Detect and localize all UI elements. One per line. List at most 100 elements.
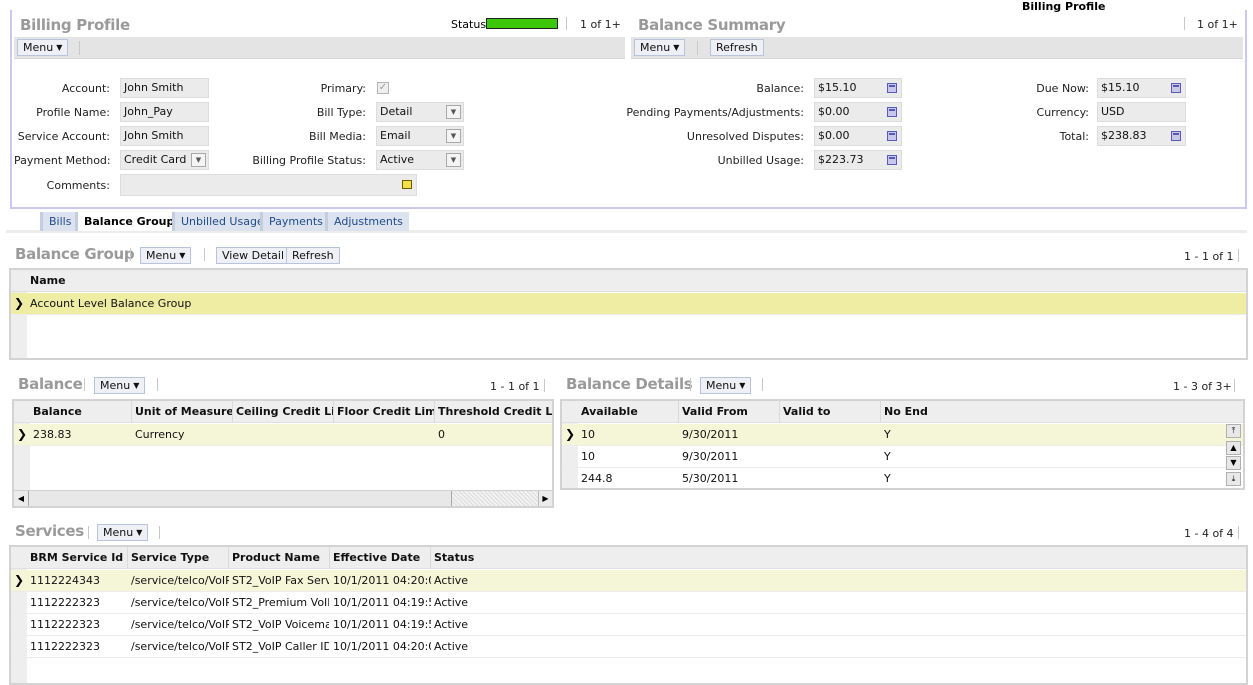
column-header-name[interactable]: Name xyxy=(27,270,1246,292)
dropdown-arrow-icon[interactable]: ▼ xyxy=(191,153,206,167)
dropdown-arrow-icon[interactable]: ▼ xyxy=(446,129,461,143)
balance-field[interactable]: $15.10 xyxy=(814,78,902,98)
unresolved-disputes-field[interactable]: $0.00 xyxy=(814,126,902,146)
balance-details-menu-button[interactable]: Menu ▼ xyxy=(700,377,752,394)
balance-menu-button[interactable]: Menu ▼ xyxy=(94,377,146,394)
divider xyxy=(88,526,89,539)
balance-label: Balance: xyxy=(756,82,804,95)
service-account-label: Service Account: xyxy=(17,130,110,143)
billing-profile-menu-button[interactable]: Menu ▼ xyxy=(17,39,69,56)
cell-floor-credit-limit xyxy=(334,424,435,445)
table-row[interactable]: 10 9/30/2011 Y xyxy=(562,446,1243,468)
menu-label: Menu xyxy=(640,41,671,54)
profile-name-label: Profile Name: xyxy=(36,106,110,119)
dropdown-arrow-icon[interactable]: ▼ xyxy=(446,153,461,167)
column-header-floor-credit-limit[interactable]: Floor Credit Limit xyxy=(334,401,435,423)
scrollbar-thumb[interactable] xyxy=(28,491,452,506)
total-field[interactable]: $238.83 xyxy=(1097,126,1186,146)
corner-title: Billing Profile xyxy=(1022,0,1106,13)
unbilled-usage-label: Unbilled Usage: xyxy=(717,154,804,167)
column-header-unit-of-measure[interactable]: Unit of Measure xyxy=(132,401,233,423)
tab-adjustments[interactable]: Adjustments xyxy=(325,212,409,231)
scrollbar-track[interactable] xyxy=(452,491,538,506)
balance-pager: 1 - 1 of 1 xyxy=(490,380,540,393)
bill-media-select[interactable]: Email ▼ xyxy=(376,126,464,146)
column-header-valid-from[interactable]: Valid From xyxy=(679,401,780,423)
account-field[interactable]: John Smith xyxy=(120,78,209,98)
comments-field[interactable] xyxy=(120,174,417,196)
table-header: Balance Unit of Measure Ceiling Credit L… xyxy=(14,401,552,423)
service-account-field[interactable]: John Smith xyxy=(120,126,209,146)
table-row[interactable]: ❯ 1112224343/service/telco/VoIP ST2_VoIP F… xyxy=(11,570,1246,592)
tab-bills[interactable]: Bills xyxy=(40,212,78,231)
calculator-icon[interactable] xyxy=(1171,83,1181,93)
table-row[interactable]: 1112222323/service/telco/VoIP ST2_Premium… xyxy=(11,592,1246,614)
billing-profile-status-select[interactable]: Active ▼ xyxy=(376,150,464,170)
column-header-no-end[interactable]: No End xyxy=(881,401,1231,423)
table-row[interactable]: 244.8 5/30/2011 Y xyxy=(562,468,1243,488)
column-header-valid-to[interactable]: Valid to xyxy=(780,401,881,423)
calculator-icon[interactable] xyxy=(887,83,897,93)
scroll-to-bottom-icon[interactable]: ⤓ xyxy=(1226,472,1241,486)
view-detail-button[interactable]: View Detail xyxy=(216,247,291,264)
balance-group-menu-button[interactable]: Menu ▼ xyxy=(140,247,192,264)
tab-unbilled-usage[interactable]: Unbilled Usage xyxy=(172,212,270,231)
services-menu-button[interactable]: Menu ▼ xyxy=(97,524,149,541)
menu-label: Menu xyxy=(23,41,54,54)
horizontal-scrollbar[interactable]: ◀ ▶ xyxy=(14,490,552,506)
profile-name-field[interactable]: John_Pay xyxy=(120,102,209,122)
scroll-right-icon[interactable]: ▶ xyxy=(538,491,552,506)
table-row[interactable]: 1112222323/service/telco/VoIP ST2_VoIP Ca… xyxy=(11,636,1246,658)
dropdown-arrow-icon[interactable]: ▼ xyxy=(446,105,461,119)
balance-summary-menu-button[interactable]: Menu ▼ xyxy=(634,39,686,56)
cell-effective-date: 10/1/2011 04:20:00 xyxy=(333,640,431,653)
account-label: Account: xyxy=(61,82,110,95)
column-header-brm-service-id[interactable]: BRM Service Id xyxy=(27,547,128,569)
unbilled-usage-field[interactable]: $223.73 xyxy=(814,150,902,170)
divider xyxy=(130,248,131,261)
balance-group-refresh-button[interactable]: Refresh xyxy=(286,247,340,264)
cell-brm-service-id: 1112222323 xyxy=(30,640,100,653)
due-now-field[interactable]: $15.10 xyxy=(1097,78,1186,98)
bill-type-select[interactable]: Detail ▼ xyxy=(376,102,464,122)
table-row[interactable]: ❯ 238.83 Currency 0 xyxy=(14,424,552,446)
column-header-available[interactable]: Available xyxy=(578,401,679,423)
primary-checkbox[interactable]: ✓ xyxy=(377,82,389,94)
scroll-up-icon[interactable]: ▲ xyxy=(1226,441,1241,455)
column-header-product-name[interactable]: Product Name xyxy=(229,547,330,569)
billing-profile-toolbar: Menu ▼ xyxy=(14,37,625,59)
balance-table: Balance Unit of Measure Ceiling Credit L… xyxy=(12,399,554,508)
divider xyxy=(1184,17,1185,30)
calculator-icon[interactable] xyxy=(887,131,897,141)
tab-payments[interactable]: Payments xyxy=(260,212,329,231)
calculator-icon[interactable] xyxy=(1171,131,1181,141)
divider xyxy=(157,378,158,391)
column-header-ceiling-credit-limit[interactable]: Ceiling Credit Lim xyxy=(233,401,334,423)
column-header-service-type[interactable]: Service Type xyxy=(128,547,229,569)
column-header-effective-date[interactable]: Effective Date xyxy=(330,547,431,569)
note-editor-icon[interactable] xyxy=(402,180,412,189)
scroll-down-icon[interactable]: ▼ xyxy=(1226,456,1241,470)
table-row[interactable]: ❯ Account Level Balance Group xyxy=(11,293,1246,315)
scroll-left-icon[interactable]: ◀ xyxy=(14,491,28,506)
cell-valid-from: 5/30/2011 xyxy=(682,472,739,485)
tab-balance-group[interactable]: Balance Group xyxy=(75,212,181,231)
column-header-balance[interactable]: Balance xyxy=(30,401,132,423)
unresolved-disputes-label: Unresolved Disputes: xyxy=(686,130,804,143)
balance-summary-refresh-button[interactable]: Refresh xyxy=(710,39,764,56)
caret-down-icon: ▼ xyxy=(673,43,680,52)
balance-summary-pager: 1 of 1+ xyxy=(1197,18,1238,31)
pending-payments-field[interactable]: $0.00 xyxy=(814,102,902,122)
column-header-threshold-credit-limit[interactable]: Threshold Credit Lim xyxy=(435,401,552,423)
calculator-icon[interactable] xyxy=(887,155,897,165)
table-row[interactable]: 1112222323/service/telco/VoIP ST2_VoIP Vo… xyxy=(11,614,1246,636)
calculator-icon[interactable] xyxy=(887,107,897,117)
column-header-status[interactable]: Status xyxy=(431,547,1246,569)
cell-status: Active xyxy=(434,574,469,587)
payment-method-select[interactable]: Credit Card ▼ xyxy=(120,150,209,170)
currency-field[interactable]: USD xyxy=(1097,102,1186,122)
services-title: Services xyxy=(15,522,84,540)
scroll-to-top-icon[interactable]: ⤒ xyxy=(1226,424,1241,438)
table-row[interactable]: ❯ 10 9/30/2011 Y xyxy=(562,424,1243,446)
billing-profile-title: Billing Profile xyxy=(20,16,130,34)
